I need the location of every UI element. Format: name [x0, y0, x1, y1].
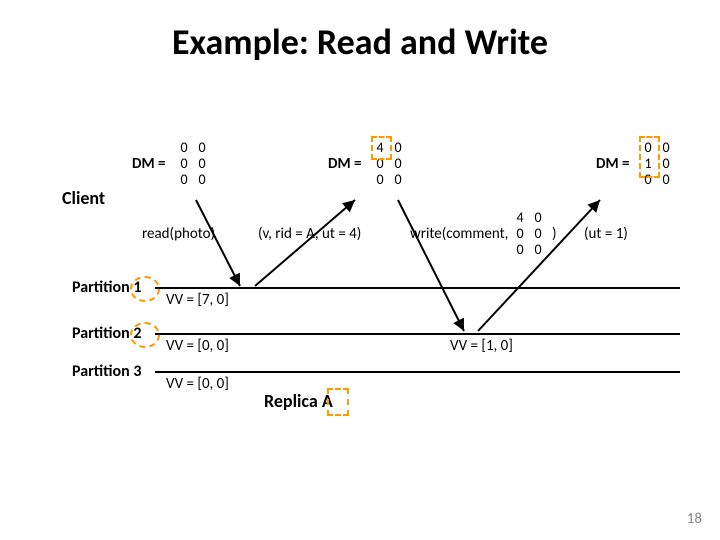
client-label: Client — [62, 187, 105, 209]
partition1-highlight — [130, 276, 160, 302]
partition2-highlight — [130, 322, 160, 348]
replica-label: Replica A — [264, 390, 333, 412]
diagram-lines — [0, 0, 720, 540]
dm1-label: DM = — [132, 155, 165, 173]
partition2-vv2: VV = [1, 0] — [450, 337, 513, 355]
op-read: read(photo) — [142, 225, 215, 243]
dm2-matrix: 400000 — [374, 140, 404, 188]
op-write-suf: ) — [552, 225, 557, 243]
dm3-matrix: 001000 — [642, 140, 672, 188]
dm1-matrix: 000000 — [178, 140, 208, 188]
slide-title: Example: Read and Write — [0, 20, 720, 64]
partition2-vv: VV = [0, 0] — [166, 337, 229, 355]
op-write-pre: write(comment, — [410, 225, 508, 243]
partition1-vv: VV = [7, 0] — [166, 291, 229, 309]
op-response: (v, rid = A, ut = 4) — [258, 225, 361, 243]
slide-number: 18 — [687, 510, 702, 528]
partition3-label: Partition 3 — [72, 362, 141, 381]
op-write-matrix: 400000 — [514, 210, 544, 258]
dm2-label: DM = — [328, 155, 361, 173]
partition3-vv: VV = [0, 0] — [166, 375, 229, 393]
dm3-label: DM = — [596, 155, 629, 173]
op-ut: (ut = 1) — [584, 225, 628, 243]
